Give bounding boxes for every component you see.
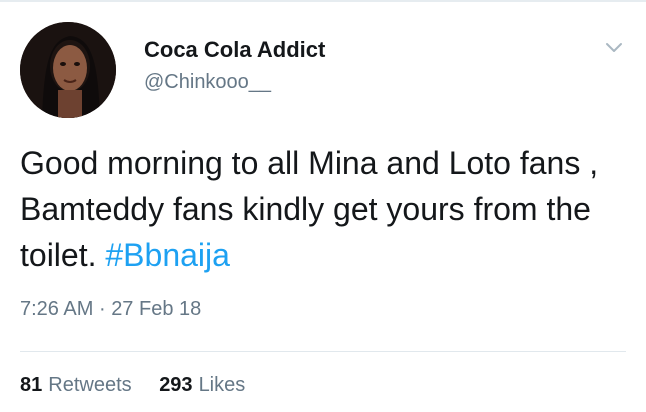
likes-label: Likes: [198, 374, 246, 396]
user-names: Coca Cola Addict @Chinkooo__: [144, 36, 325, 96]
tweet-timestamp[interactable]: 7:26 AM · 27 Feb 18: [20, 298, 201, 321]
hashtag-link[interactable]: #Bbnaija: [105, 237, 230, 273]
likes-count: 293: [159, 374, 193, 396]
tweet-stats: 81 Retweets 293 Likes: [20, 374, 267, 397]
likes-stat[interactable]: 293 Likes: [159, 374, 245, 396]
tweet-time: 7:26 AM: [20, 298, 94, 320]
retweets-label: Retweets: [48, 374, 132, 396]
tweet-card: Coca Cola Addict @Chinkooo__ Good mornin…: [0, 0, 646, 412]
user-handle[interactable]: @Chinkooo__: [144, 68, 325, 96]
divider: [20, 351, 626, 352]
retweets-count: 81: [20, 374, 43, 396]
meta-separator: ·: [98, 298, 106, 320]
tweet-text: Good morning to all Mina and Loto fans ,…: [20, 140, 630, 278]
display-name[interactable]: Coca Cola Addict: [144, 36, 325, 64]
retweets-stat[interactable]: 81 Retweets: [20, 374, 137, 396]
avatar[interactable]: [20, 22, 116, 118]
chevron-down-icon[interactable]: [602, 36, 626, 60]
tweet-date: 27 Feb 18: [111, 298, 202, 320]
tweet-header: Coca Cola Addict @Chinkooo__: [20, 22, 626, 118]
avatar-photo-icon: [20, 22, 116, 118]
